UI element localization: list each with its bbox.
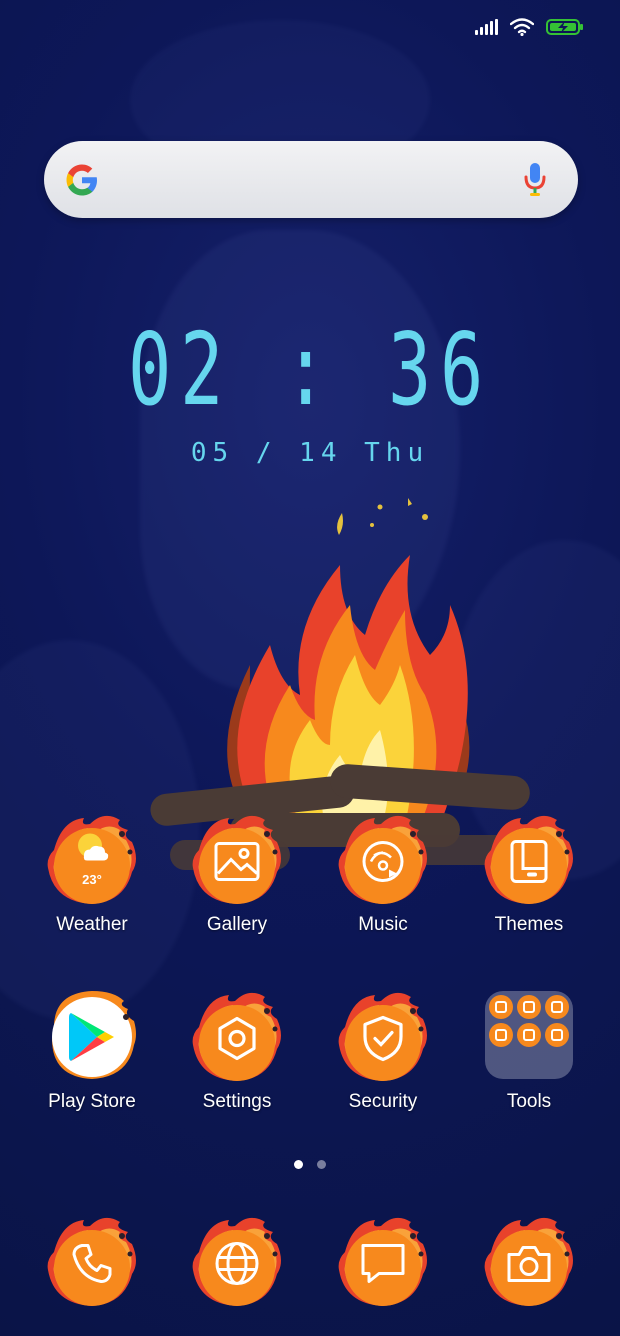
app-play-store[interactable]: Play Store	[32, 987, 152, 1113]
folder-mini-app-icon	[489, 1023, 513, 1047]
themes-icon	[509, 838, 549, 889]
battery-charging-icon	[546, 18, 584, 36]
folder-mini-app-icon	[489, 995, 513, 1019]
dock-messages[interactable]	[323, 1212, 443, 1308]
dock-browser-globe[interactable]	[177, 1212, 297, 1308]
app-tools[interactable]: Tools	[469, 987, 589, 1113]
gear-hexagon-icon	[214, 1015, 260, 1066]
app-settings[interactable]: Settings	[177, 987, 297, 1113]
folder-icon	[485, 991, 573, 1079]
play-store-icon	[69, 1012, 114, 1061]
google-logo-icon	[66, 164, 97, 196]
dock-phone[interactable]	[32, 1212, 152, 1308]
app-music[interactable]: Music	[323, 810, 443, 936]
browser-globe-icon	[213, 1239, 261, 1292]
app-label: Themes	[494, 914, 564, 935]
app-themes[interactable]: Themes	[469, 810, 589, 936]
folder-mini-app-icon	[545, 995, 569, 1019]
page-dot[interactable]	[317, 1160, 326, 1169]
google-search-bar[interactable]	[44, 141, 578, 218]
app-label: Gallery	[206, 914, 268, 935]
app-label: Play Store	[48, 1091, 136, 1112]
wifi-icon	[510, 18, 534, 36]
app-label: Weather	[56, 914, 128, 935]
music-disc-icon	[361, 839, 405, 888]
app-label: Tools	[506, 1091, 552, 1112]
app-security[interactable]: Security	[323, 987, 443, 1113]
dock-camera[interactable]	[469, 1212, 589, 1308]
camera-icon	[505, 1242, 553, 1289]
image-icon	[214, 841, 260, 886]
messages-icon	[359, 1241, 407, 1290]
app-gallery[interactable]: Gallery	[177, 810, 297, 936]
microphone-icon[interactable]	[522, 161, 548, 199]
weather-sun-cloud-icon	[70, 828, 114, 877]
clock-time[interactable]: 02 : 36	[87, 310, 533, 430]
status-bar	[475, 12, 584, 42]
app-label: Music	[358, 914, 408, 935]
shield-check-icon	[361, 1014, 405, 1067]
signal-icon	[475, 19, 498, 35]
folder-mini-app-icon	[517, 1023, 541, 1047]
phone-icon	[70, 1241, 114, 1290]
page-indicator	[0, 1160, 620, 1169]
folder-mini-app-icon	[517, 995, 541, 1019]
clock-date[interactable]: 05 / 14 Thu	[0, 438, 620, 468]
app-weather[interactable]: 23° Weather	[32, 810, 152, 936]
app-label: Security	[348, 1091, 418, 1112]
folder-mini-app-icon	[545, 1023, 569, 1047]
page-dot-active[interactable]	[294, 1160, 303, 1169]
app-label: Settings	[202, 1091, 272, 1112]
weather-temperature: 23°	[82, 872, 102, 887]
